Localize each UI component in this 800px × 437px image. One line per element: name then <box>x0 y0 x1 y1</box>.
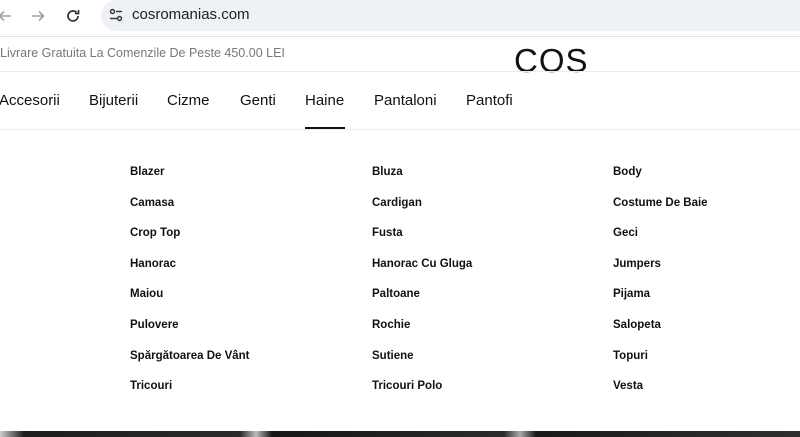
menu-column-1: Blazer Camasa Crop Top Hanorac Maiou Pul… <box>130 166 250 411</box>
menu-link[interactable]: Rochie <box>372 319 472 350</box>
menu-link[interactable]: Spărgătoarea De Vânt <box>130 350 250 381</box>
menu-link[interactable]: Bluza <box>372 166 472 197</box>
nav-item-cizme[interactable]: Cizme <box>167 92 210 109</box>
menu-link[interactable]: Fusta <box>372 227 472 258</box>
menu-link[interactable]: Blazer <box>130 166 250 197</box>
menu-link[interactable]: Tricouri <box>130 380 250 411</box>
menu-link[interactable]: Vesta <box>613 380 708 411</box>
hero-image-edge <box>0 431 800 437</box>
menu-link[interactable]: Pulovere <box>130 319 250 350</box>
menu-column-3: Body Costume De Baie Geci Jumpers Pijama… <box>613 166 708 411</box>
arrow-right-icon <box>32 10 45 22</box>
forward-button[interactable] <box>27 5 49 27</box>
back-button[interactable] <box>0 5 16 27</box>
tune-icon[interactable] <box>108 7 124 28</box>
menu-column-2: Bluza Cardigan Fusta Hanorac Cu Gluga Pa… <box>372 166 472 411</box>
menu-link[interactable]: Crop Top <box>130 227 250 258</box>
site-logo[interactable]: COS <box>514 42 589 80</box>
menu-link[interactable]: Camasa <box>130 197 250 228</box>
nav-item-haine[interactable]: Haine <box>305 92 344 109</box>
menu-link[interactable]: Body <box>613 166 708 197</box>
divider <box>0 129 800 130</box>
nav-item-genti[interactable]: Genti <box>240 92 276 109</box>
url-text[interactable]: cosromanias.com <box>132 6 250 23</box>
menu-link[interactable]: Hanorac <box>130 258 250 289</box>
menu-link[interactable]: Paltoane <box>372 288 472 319</box>
menu-link[interactable]: Jumpers <box>613 258 708 289</box>
menu-link[interactable]: Costume De Baie <box>613 197 708 228</box>
menu-link[interactable]: Salopeta <box>613 319 708 350</box>
divider <box>0 36 800 37</box>
promo-banner: Livrare Gratuita La Comenzile De Peste 4… <box>0 46 285 60</box>
reload-icon <box>67 10 80 22</box>
menu-link[interactable]: Maiou <box>130 288 250 319</box>
arrow-left-icon <box>0 10 11 22</box>
menu-link[interactable]: Topuri <box>613 350 708 381</box>
menu-link[interactable]: Cardigan <box>372 197 472 228</box>
browser-toolbar: cosromanias.com <box>0 0 800 33</box>
nav-item-accesorii[interactable]: Accesorii <box>0 92 60 109</box>
nav-item-bijuterii[interactable]: Bijuterii <box>89 92 138 109</box>
menu-link[interactable]: Pijama <box>613 288 708 319</box>
menu-link[interactable]: Tricouri Polo <box>372 380 472 411</box>
address-bar[interactable]: cosromanias.com <box>101 0 800 31</box>
menu-link[interactable]: Sutiene <box>372 350 472 381</box>
reload-button[interactable] <box>62 5 84 27</box>
nav-item-pantaloni[interactable]: Pantaloni <box>374 92 437 109</box>
divider <box>0 71 800 72</box>
nav-item-pantofi[interactable]: Pantofi <box>466 92 513 109</box>
menu-link[interactable]: Hanorac Cu Gluga <box>372 258 472 289</box>
menu-link[interactable]: Geci <box>613 227 708 258</box>
